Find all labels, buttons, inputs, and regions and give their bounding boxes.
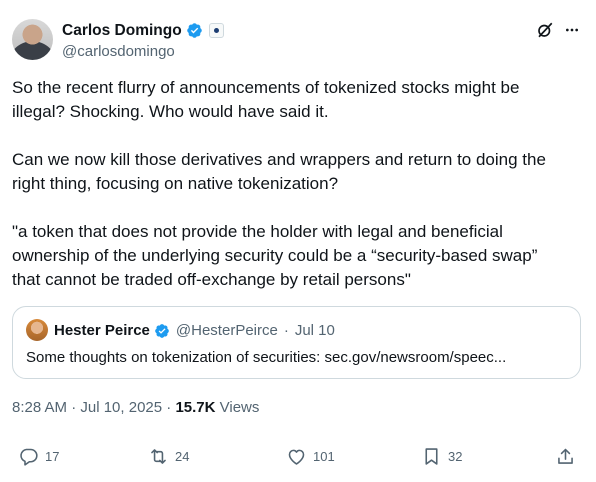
more-icon[interactable] [563, 22, 581, 38]
tweet-text: So the recent flurry of announcements of… [12, 76, 587, 292]
like-button[interactable]: 101 [286, 446, 335, 467]
author-avatar[interactable] [12, 19, 53, 60]
views-count: 15.7K [175, 399, 216, 416]
like-icon [288, 449, 305, 465]
quoted-tweet-header: Hester Peirce @HesterPeirce · Jul 10 [54, 321, 335, 340]
tweet-meta: 8:28 AM · Jul 10, 2025 · 15.7K Views [12, 398, 259, 418]
bookmark-icon [425, 448, 438, 465]
share-icon [558, 448, 573, 464]
affiliate-badge-icon[interactable] [208, 23, 224, 38]
quoted-author-avatar [26, 319, 48, 341]
verified-icon [155, 323, 169, 338]
quoted-tweet-card[interactable]: Hester Peirce @HesterPeirce · Jul 10 Som… [12, 306, 581, 379]
quoted-tweet-text: Some thoughts on tokenization of securit… [26, 349, 507, 366]
reply-icon [20, 448, 38, 466]
action-bar: 17 24 101 32 [0, 446, 596, 472]
share-button[interactable] [555, 446, 576, 467]
author-name-row: Carlos Domingo [62, 21, 224, 40]
author-display-name[interactable]: Carlos Domingo [62, 21, 182, 40]
quoted-meta-separator: · [283, 322, 289, 339]
quoted-author-name: Hester Peirce [54, 322, 150, 339]
tweet-paragraph: So the recent flurry of announcements of… [12, 78, 520, 121]
views-label: Views [215, 399, 260, 416]
like-count: 101 [313, 449, 335, 464]
bookmark-button[interactable]: 32 [421, 446, 462, 467]
reply-count: 17 [45, 449, 60, 464]
verified-icon [186, 23, 202, 38]
repost-icon [151, 449, 166, 464]
author-handle[interactable]: @carlosdomingo [62, 42, 175, 61]
tweet-paragraph: "a token that does not provide the holde… [12, 222, 538, 289]
bookmark-count: 32 [448, 449, 463, 464]
grok-icon[interactable] [536, 21, 554, 39]
repost-button[interactable]: 24 [148, 446, 189, 467]
tweet-paragraph: Can we now kill those derivatives and wr… [12, 150, 546, 193]
reply-button[interactable]: 17 [18, 446, 59, 467]
tweet-timestamp[interactable]: 8:28 AM · Jul 10, 2025 · [12, 399, 175, 416]
quoted-author-handle: @HesterPeirce [175, 322, 278, 339]
repost-count: 24 [175, 449, 190, 464]
quoted-tweet-date: Jul 10 [294, 322, 335, 339]
